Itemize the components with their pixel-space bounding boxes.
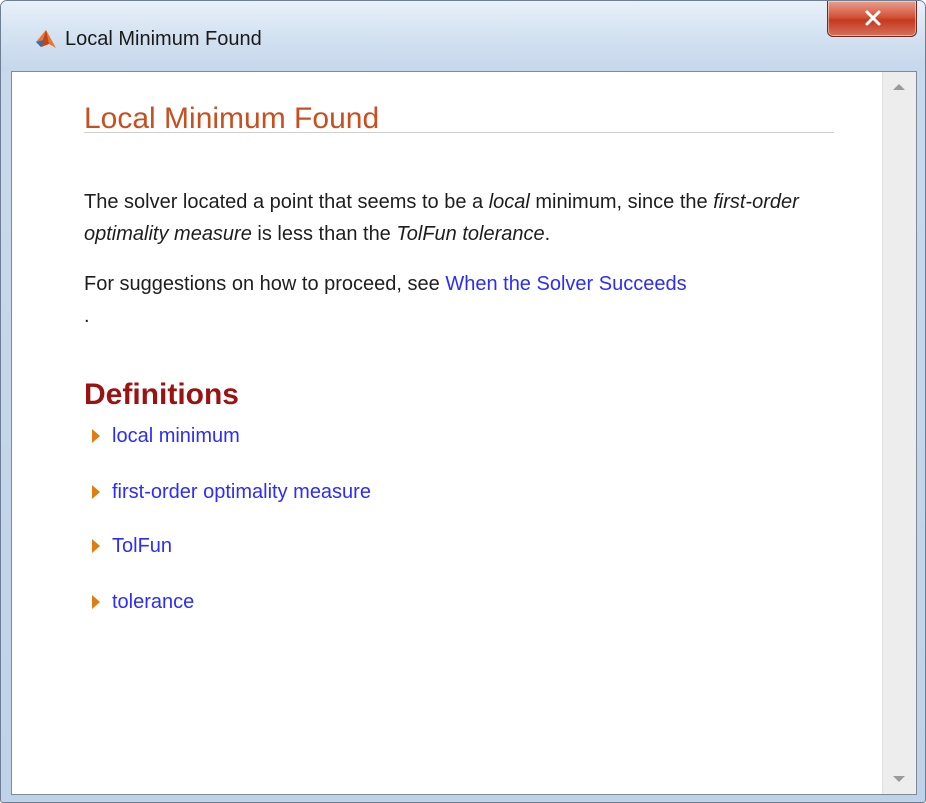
disclosure-triangle-icon: [92, 539, 100, 553]
disclosure-triangle-icon: [92, 429, 100, 443]
scroll-up-arrow-icon[interactable]: [893, 84, 905, 90]
help-content-pane: Local Minimum Found The solver located a…: [11, 71, 917, 795]
close-icon: [865, 10, 881, 26]
page-title: Local Minimum Found: [84, 102, 380, 135]
suggestions-paragraph: For suggestions on how to proceed, see W…: [84, 273, 687, 327]
dialog-window: Local Minimum Found Local Minimum Found …: [0, 0, 926, 803]
window-title: Local Minimum Found: [65, 28, 262, 50]
emphasis-local: local: [488, 191, 530, 213]
definitions-heading: Definitions: [84, 378, 239, 411]
title-bar[interactable]: Local Minimum Found: [1, 1, 925, 71]
disclosure-triangle-icon: [92, 595, 100, 609]
emphasis-tolfun: TolFun tolerance: [396, 223, 545, 245]
help-document: Local Minimum Found The solver located a…: [12, 72, 882, 794]
scroll-down-arrow-icon[interactable]: [893, 776, 905, 782]
solver-succeeds-link[interactable]: When the Solver Succeeds: [445, 273, 686, 295]
disclosure-triangle-icon: [92, 485, 100, 499]
explanation-paragraph: The solver located a point that seems to…: [84, 191, 799, 245]
matlab-icon: [35, 28, 57, 50]
vertical-scrollbar[interactable]: [882, 72, 916, 794]
close-button[interactable]: [827, 1, 917, 37]
heading-divider: [84, 132, 834, 133]
